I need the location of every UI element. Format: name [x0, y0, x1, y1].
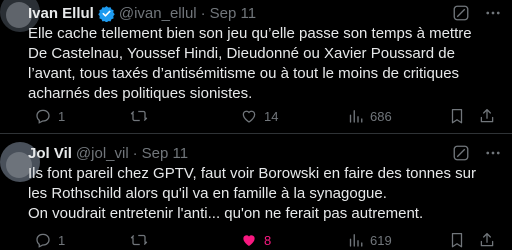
tweet-text: Elle cache tellement bien son jeu qu’ell…: [28, 25, 472, 102]
bookmark-icon: [448, 231, 466, 249]
author-name[interactable]: Ivan Ellul: [28, 5, 94, 22]
reply-icon: [34, 107, 52, 125]
author-name[interactable]: Jol Vil: [28, 145, 72, 162]
tweet-actions: 1 8 619: [34, 230, 500, 250]
tweet-header: Ivan Ellul @ivan_ellul · Sep 11: [28, 4, 256, 22]
share-icon: [478, 231, 496, 249]
tweet[interactable]: Jol Vil @jol_vil · Sep 11 Ils font parei…: [0, 140, 512, 250]
tweet-date[interactable]: Sep 11: [210, 5, 256, 22]
author-handle[interactable]: @jol_vil: [76, 145, 129, 162]
tweet-date[interactable]: Sep 11: [142, 145, 188, 162]
like-button[interactable]: 8: [240, 231, 271, 249]
views-button[interactable]: 619: [346, 231, 392, 249]
like-count: 8: [264, 232, 272, 248]
grok-icon[interactable]: [452, 144, 470, 162]
share-button[interactable]: [478, 107, 496, 125]
separator-dot: ·: [132, 144, 138, 162]
more-icon[interactable]: [484, 144, 502, 162]
views-count: 619: [370, 232, 392, 248]
tweet[interactable]: Ivan Ellul @ivan_ellul · Sep 11 Elle cac…: [0, 0, 512, 130]
views-icon: [346, 231, 364, 249]
bookmark-button[interactable]: [448, 231, 466, 249]
more-icon[interactable]: [484, 4, 502, 22]
heart-icon: [240, 107, 258, 125]
retweet-icon: [130, 107, 148, 125]
views-icon: [346, 107, 364, 125]
reply-count: 1: [58, 108, 66, 124]
bookmark-icon: [448, 107, 466, 125]
bookmark-button[interactable]: [448, 107, 466, 125]
tweet-divider: [0, 133, 512, 134]
retweet-button[interactable]: [130, 231, 154, 249]
heart-filled-icon: [240, 231, 258, 249]
tweet-actions: 1 14 686: [34, 106, 500, 126]
like-count: 14: [264, 108, 279, 124]
author-handle[interactable]: @ivan_ellul: [119, 5, 197, 22]
tweet-header: Jol Vil @jol_vil · Sep 11: [28, 144, 188, 162]
views-count: 686: [370, 108, 392, 124]
reply-button[interactable]: 1: [34, 107, 65, 125]
views-button[interactable]: 686: [346, 107, 392, 125]
separator-dot: ·: [200, 4, 206, 22]
share-icon: [478, 107, 496, 125]
retweet-icon: [130, 231, 148, 249]
reply-button[interactable]: 1: [34, 231, 65, 249]
verified-badge-icon: [98, 5, 115, 22]
like-button[interactable]: 14: [240, 107, 278, 125]
reply-count: 1: [58, 232, 66, 248]
share-button[interactable]: [478, 231, 496, 249]
grok-icon[interactable]: [452, 4, 470, 22]
reply-icon: [34, 231, 52, 249]
retweet-button[interactable]: [130, 107, 154, 125]
tweet-text: Ils font pareil chez GPTV, faut voir Bor…: [28, 165, 476, 222]
